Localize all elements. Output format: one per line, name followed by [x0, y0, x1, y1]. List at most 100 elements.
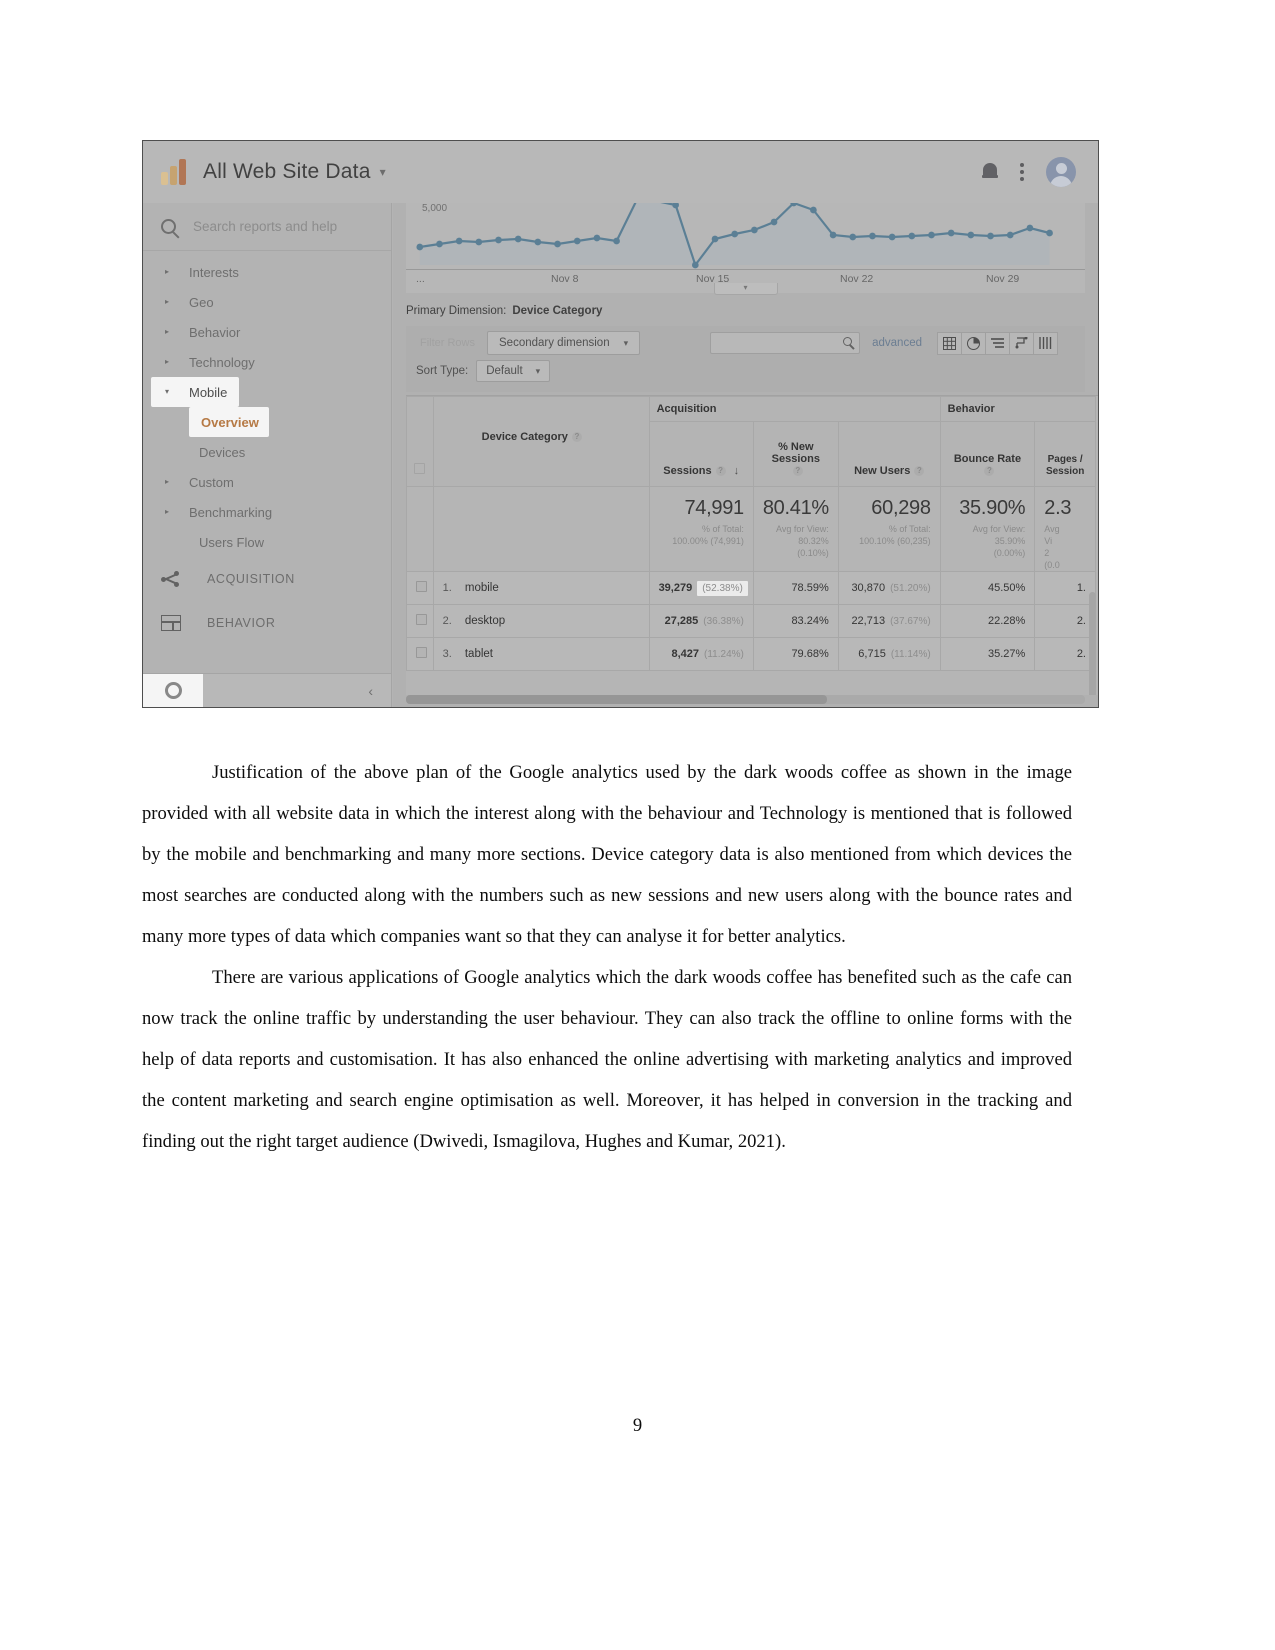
advanced-link[interactable]: advanced [872, 337, 922, 349]
sidebar-section-acquisition[interactable]: ACQUISITION [143, 557, 391, 601]
chart-x-tick: ... [416, 273, 425, 285]
sidebar-item-interests[interactable]: ▸ Interests [143, 257, 391, 287]
sidebar-item-mobile[interactable]: ▾ Mobile [151, 377, 239, 407]
sort-descending-icon[interactable]: ↓ [734, 465, 740, 477]
row-checkbox[interactable] [416, 581, 427, 592]
help-icon[interactable]: ? [984, 466, 995, 477]
primary-dimension-value[interactable]: Device Category [512, 305, 602, 317]
row-device-name[interactable]: tablet [452, 648, 493, 660]
pivot-view-icon[interactable] [1033, 331, 1058, 355]
row-checkbox[interactable] [416, 647, 427, 658]
summary-bounce-rate-cell: 35.90% Avg for View: 35.90% (0.00%) [939, 486, 1036, 572]
table-row[interactable]: 2. desktop 27,285 (36.38%) 83.24% 22,713 (3… [406, 604, 1096, 638]
comparison-view-icon[interactable] [1009, 331, 1034, 355]
secondary-dimension-dropdown[interactable]: Secondary dimension ▾ [487, 331, 641, 355]
row-new-users-pct: (11.14%) [890, 649, 931, 660]
row-device-name[interactable]: mobile [452, 582, 499, 594]
sidebar-item-custom[interactable]: ▸ Custom [143, 467, 391, 497]
collapse-sidebar-icon[interactable]: ‹ [368, 683, 373, 699]
sort-type-value: Default [486, 365, 523, 377]
sidebar-item-geo[interactable]: ▸ Geo [143, 287, 391, 317]
chevron-down-icon: ▾ [535, 365, 541, 376]
chevron-right-icon: ▸ [165, 267, 170, 276]
sidebar-nav: ▸ Interests ▸ Geo ▸ Behavior ▸ Technolog… [143, 251, 391, 645]
row-rank: 2. [442, 615, 452, 627]
sidebar-footer: ‹ [143, 673, 391, 707]
group-header-acquisition: Acquisition [648, 396, 941, 422]
help-icon[interactable]: ? [792, 466, 803, 477]
help-icon[interactable]: ? [571, 432, 582, 443]
table-horizontal-scrollbar[interactable] [406, 695, 1085, 704]
row-device-cell: 1. mobile [432, 571, 650, 605]
page-number: 9 [632, 1415, 643, 1436]
select-all-checkbox[interactable] [414, 463, 426, 474]
avatar[interactable] [1046, 157, 1076, 187]
summary-new-sessions-note-3: (0.10%) [797, 548, 829, 558]
sidebar-item-technology[interactable]: ▸ Technology [143, 347, 391, 377]
row-checkbox-cell[interactable] [406, 637, 434, 671]
performance-view-icon[interactable] [985, 331, 1010, 355]
pie-chart-view-icon[interactable] [961, 331, 986, 355]
column-header-bounce-rate[interactable]: Bounce Rate? [939, 421, 1036, 487]
sidebar-section-behavior[interactable]: BEHAVIOR [143, 601, 391, 645]
paragraph-1: Justification of the above plan of the G… [142, 762, 1072, 947]
chart-expand-handle[interactable]: ▾ [713, 283, 778, 295]
row-rank: 1. [442, 582, 452, 594]
select-all-checkbox-cell[interactable] [406, 396, 434, 487]
page-title: All Web Site Data [203, 160, 371, 183]
table-row[interactable]: 1. mobile 39,279 (52.38%) 78.59% 30,870 (51… [406, 571, 1096, 605]
summary-new-users-value: 60,298 [871, 497, 931, 519]
row-new-sessions-cell: 78.59% [752, 571, 839, 605]
row-sessions-pct: (36.38%) [703, 616, 744, 627]
column-header-pages-session[interactable]: Pages / Session [1034, 421, 1096, 487]
search-reports-field[interactable]: Search reports and help [143, 203, 391, 251]
sidebar-item-label: Custom [189, 474, 234, 490]
sidebar-item-users-flow[interactable]: Users Flow [143, 527, 391, 557]
table-vertical-scrollbar[interactable] [1089, 592, 1096, 695]
row-device-name[interactable]: desktop [452, 615, 505, 627]
column-header-new-users[interactable]: New Users? [837, 421, 941, 487]
sidebar-section-label: BEHAVIOR [207, 616, 276, 630]
sidebar-item-label: Benchmarking [189, 504, 273, 520]
help-icon[interactable]: ? [914, 466, 925, 477]
sidebar-item-label: Geo [189, 294, 214, 310]
row-sessions-cell: 8,427 (11.24%) [648, 637, 754, 671]
sidebar-item-overview[interactable]: Overview [189, 407, 269, 437]
acquisition-icon [161, 571, 181, 587]
chevron-down-icon[interactable]: ▾ [380, 165, 386, 179]
help-icon[interactable]: ? [715, 466, 726, 477]
sidebar-item-benchmarking[interactable]: ▸ Benchmarking [143, 497, 391, 527]
row-new-users-pct: (37.67%) [890, 616, 931, 627]
sidebar-item-devices[interactable]: Devices [143, 437, 391, 467]
sidebar-item-behavior[interactable]: ▸ Behavior [143, 317, 391, 347]
more-vertical-icon[interactable] [1020, 163, 1024, 181]
row-checkbox-cell[interactable] [406, 604, 434, 638]
row-rank: 3. [442, 648, 452, 660]
settings-gear-button[interactable] [143, 673, 203, 707]
chevron-right-icon: ▸ [165, 507, 170, 516]
topbar-actions [982, 157, 1098, 187]
toolbar-row-sort: Sort Type: Default ▾ [406, 360, 551, 382]
table-view-icon[interactable] [937, 331, 962, 355]
column-header-new-sessions[interactable]: % New Sessions? [752, 421, 839, 487]
summary-pages-note-3: 2 [1044, 548, 1050, 558]
column-header-sessions[interactable]: Sessions? ↓ [648, 421, 754, 487]
summary-sessions-value: 74,991 [684, 497, 744, 519]
bell-icon[interactable] [982, 162, 998, 182]
row-sessions-pct: (11.24%) [704, 649, 744, 660]
chevron-right-icon: ▸ [165, 297, 170, 306]
row-checkbox[interactable] [416, 614, 427, 625]
summary-pages-value: 2.3 [1044, 497, 1072, 519]
column-header-device-category[interactable]: Device Category? [432, 396, 650, 487]
table-search-input[interactable] [710, 332, 861, 354]
search-icon [843, 337, 853, 346]
filter-rows-button[interactable]: Filter Rows [416, 332, 479, 354]
table-row[interactable]: 3. tablet 8,427 (11.24%) 79.68% 6,715 (11.1… [406, 637, 1096, 671]
sort-type-dropdown[interactable]: Default ▾ [476, 360, 551, 382]
row-checkbox-cell[interactable] [406, 571, 434, 605]
row-sessions-pct: (52.38%) [697, 581, 748, 596]
summary-bounce-rate-note-3: (0.00%) [993, 548, 1026, 558]
chart-x-tick: Nov 29 [986, 273, 1020, 285]
sidebar-item-label: Interests [189, 264, 239, 280]
chevron-down-icon: ▾ [623, 337, 629, 348]
